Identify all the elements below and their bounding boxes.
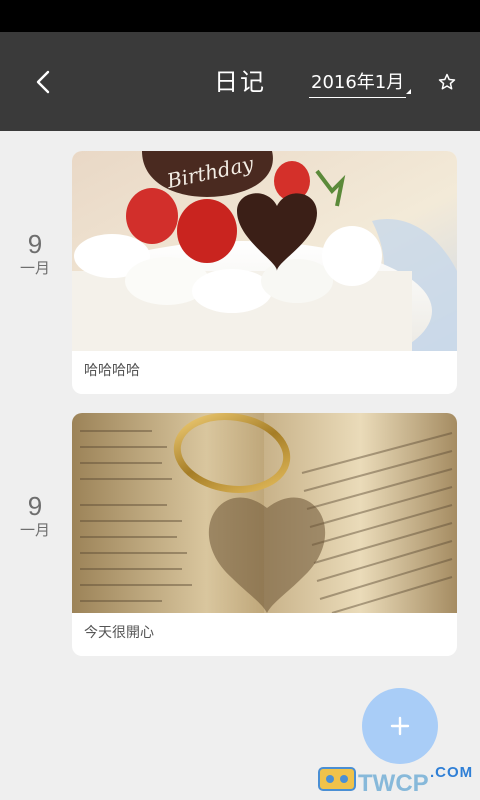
diary-entry: 9 一月 — [0, 151, 480, 394]
page-title: 日记 — [214, 68, 266, 96]
entry-caption: 哈哈哈哈 — [84, 363, 140, 379]
site-watermark: TWCP .COM — [318, 762, 478, 797]
entry-month: 一月 — [19, 259, 50, 277]
star-icon — [438, 73, 456, 90]
status-bar — [0, 0, 480, 32]
plus-icon — [390, 716, 410, 736]
tape-logo-icon — [318, 767, 356, 791]
entry-day: 9 — [27, 229, 43, 259]
watermark-suffix: .COM — [430, 764, 474, 781]
chevron-left-icon — [36, 70, 50, 94]
entry-day: 9 — [27, 491, 43, 521]
birthday-cake-photo: Birthday — [72, 151, 457, 351]
diary-entry: 9 一月 — [0, 413, 480, 656]
back-button[interactable] — [26, 62, 60, 102]
entry-date: 9 一月 — [10, 229, 60, 277]
entry-caption: 今天很開心 — [84, 625, 154, 641]
ring-on-book-photo — [72, 413, 457, 613]
entry-card[interactable]: 今天很開心 — [72, 413, 457, 656]
entry-card[interactable]: Birthday 哈哈哈哈 — [72, 151, 457, 394]
add-entry-button[interactable] — [362, 688, 438, 764]
app-bar: 日记 2016年1月 — [0, 32, 480, 131]
entry-date: 9 一月 — [10, 491, 60, 539]
watermark-brand: TWCP — [358, 770, 429, 797]
dropdown-corner-icon — [406, 88, 412, 94]
entry-month: 一月 — [19, 521, 50, 539]
favorite-button[interactable] — [432, 66, 462, 98]
month-selector[interactable]: 2016年1月 — [309, 66, 412, 100]
month-label: 2016年1月 — [309, 69, 407, 98]
